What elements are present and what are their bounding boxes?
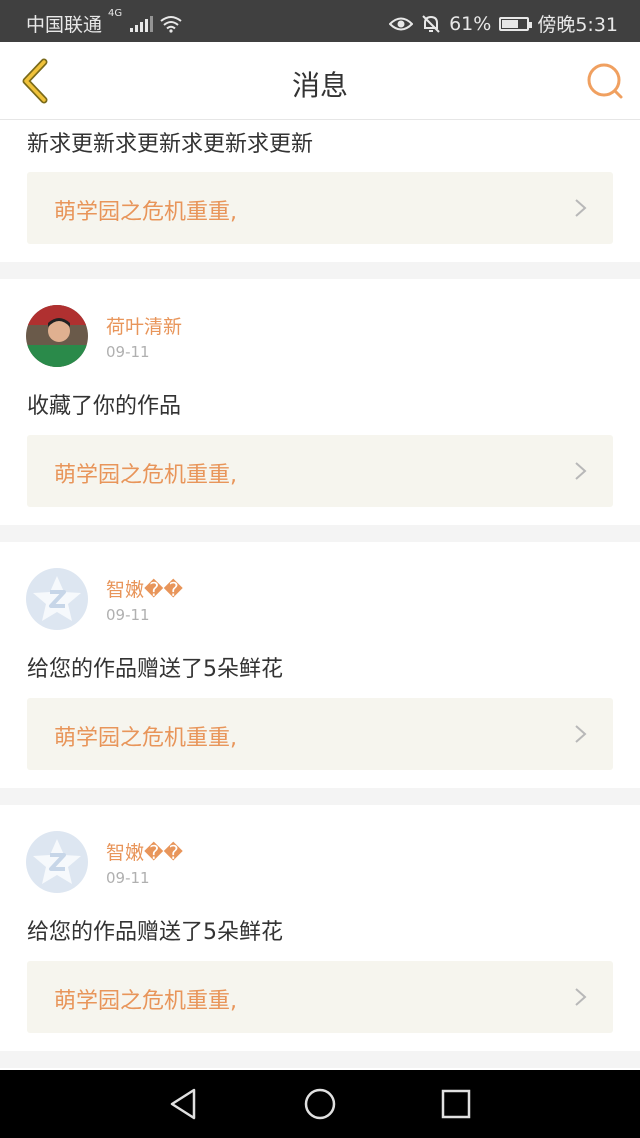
work-title: 萌学园之危机重重, [54, 726, 237, 751]
battery-percent: 61% [449, 12, 492, 35]
message-card: 新求更新求更新求更新求更新 萌学园之危机重重, [0, 120, 640, 262]
default-avatar-icon [26, 831, 88, 893]
home-nav-icon[interactable] [302, 1086, 338, 1122]
work-title: 萌学园之危机重重, [54, 989, 237, 1014]
signal-icon [130, 15, 154, 32]
avatar[interactable] [26, 305, 88, 367]
carrier-label: 中国联通 [26, 14, 103, 36]
message-date: 09-11 [106, 606, 150, 624]
recents-nav-icon[interactable] [438, 1086, 474, 1122]
work-link[interactable]: 萌学园之危机重重, [27, 698, 613, 770]
message-card: 智嫩�� 09-11 给您的作品赠送了5朵鲜花 萌学园之危机重重, [0, 805, 640, 1051]
status-bar: 中国联通 4G 61% 傍晚5:31 [0, 0, 640, 42]
wifi-icon [160, 15, 182, 33]
message-text: 给您的作品赠送了5朵鲜花 [27, 920, 283, 945]
chevron-right-icon [575, 199, 587, 217]
avatar[interactable] [26, 831, 88, 893]
message-card: 荷叶清新 09-11 收藏了你的作品 萌学园之危机重重, [0, 279, 640, 525]
chevron-right-icon [575, 462, 587, 480]
mute-bell-icon [422, 14, 440, 33]
user-name[interactable]: 荷叶清新 [106, 312, 182, 339]
work-title: 萌学园之危机重重, [54, 463, 237, 488]
page-title: 消息 [291, 69, 348, 102]
message-text: 新求更新求更新求更新求更新 [27, 132, 314, 157]
default-avatar-icon [26, 568, 88, 630]
message-text: 收藏了你的作品 [27, 394, 182, 419]
eye-icon [389, 17, 414, 30]
user-name[interactable]: 智嫩�� [106, 838, 183, 865]
work-link[interactable]: 萌学园之危机重重, [27, 961, 613, 1033]
back-nav-icon[interactable] [166, 1086, 202, 1122]
message-date: 09-11 [106, 869, 150, 887]
app-header: 消息 [0, 42, 640, 120]
chevron-right-icon [575, 988, 587, 1006]
battery-icon [499, 16, 533, 31]
message-date: 09-11 [106, 343, 150, 361]
work-title: 萌学园之危机重重, [54, 200, 237, 225]
user-name[interactable]: 智嫩�� [106, 575, 183, 602]
user-photo [26, 305, 88, 367]
message-text: 给您的作品赠送了5朵鲜花 [27, 657, 283, 682]
work-link[interactable]: 萌学园之危机重重, [27, 172, 613, 244]
avatar[interactable] [26, 568, 88, 630]
navigation-bar [0, 1070, 640, 1138]
chevron-right-icon [575, 725, 587, 743]
clock-label: 傍晚5:31 [537, 14, 618, 36]
message-list: 新求更新求更新求更新求更新 萌学园之危机重重, 荷叶清新 09-11 收藏了你的… [0, 120, 640, 1128]
message-card: 智嫩�� 09-11 给您的作品赠送了5朵鲜花 萌学园之危机重重, [0, 542, 640, 788]
work-link[interactable]: 萌学园之危机重重, [27, 435, 613, 507]
search-button[interactable] [584, 60, 626, 102]
network-type: 4G [108, 8, 123, 19]
